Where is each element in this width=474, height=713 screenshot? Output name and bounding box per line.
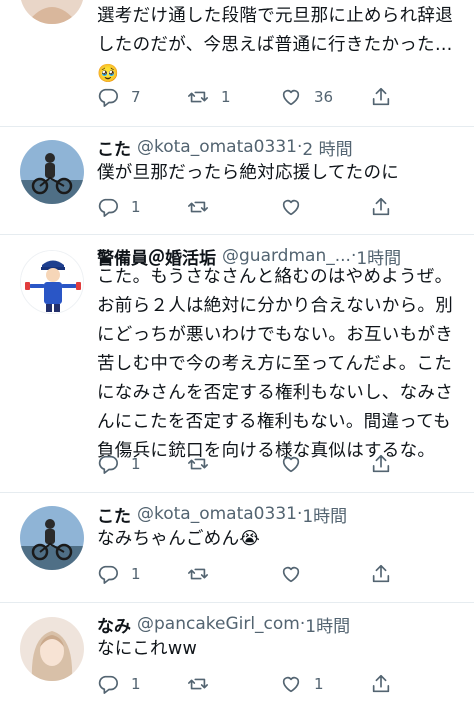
retweet-icon (187, 196, 209, 218)
avatar[interactable] (20, 250, 84, 314)
reply-icon (97, 196, 119, 218)
like-button[interactable]: 36 (280, 84, 333, 110)
retweet-button[interactable] (187, 671, 209, 697)
like-button[interactable] (280, 451, 302, 477)
retweet-button[interactable] (187, 451, 209, 477)
tweet-text-line: 僕が旦那だったら絶対応援してたのに (97, 163, 400, 183)
reply-button[interactable]: 1 (97, 561, 141, 587)
tweet-text-line: にどっちが悪いわけでもない。お互いもがき (97, 325, 453, 345)
share-button[interactable] (370, 561, 392, 587)
share-icon (370, 673, 392, 695)
share-icon (370, 86, 392, 108)
avatar[interactable] (20, 0, 84, 24)
share-icon (370, 196, 392, 218)
retweet-icon (187, 86, 209, 108)
heart-icon (280, 563, 302, 585)
reply-icon (97, 453, 119, 475)
tweet-text-line: になみさんを否定する権利もないし、なみさ (97, 383, 453, 403)
retweet-button[interactable] (187, 561, 209, 587)
tweet[interactable]: なみ @pancakeGirl_com · 1時間 なにこれww 1 1 (0, 603, 474, 713)
reply-icon (97, 86, 119, 108)
tweet-text-line: したのだが、今思えば普通に行きたかった… (97, 35, 453, 55)
retweet-icon (187, 453, 209, 475)
reply-button[interactable]: 1 (97, 451, 141, 477)
tweet-text-line: 選考だけ通した段階で元旦那に止められ辞退 (97, 6, 453, 26)
timestamp[interactable]: 1時間 (305, 612, 350, 637)
like-button[interactable] (280, 561, 302, 587)
share-button[interactable] (370, 451, 392, 477)
reply-count: 1 (131, 565, 141, 583)
reply-count: 1 (131, 675, 141, 693)
reply-icon (97, 673, 119, 695)
user-handle[interactable]: @kota_omata0331 (137, 137, 297, 157)
reply-icon (97, 563, 119, 585)
retweet-count: 1 (221, 88, 231, 106)
avatar[interactable] (20, 140, 84, 204)
tweet[interactable]: こた @kota_omata0331 · 2 時間 僕が旦那だったら絶対応援して… (0, 127, 474, 234)
reply-button[interactable]: 7 (97, 84, 141, 110)
heart-icon (280, 196, 302, 218)
share-icon (370, 453, 392, 475)
timestamp[interactable]: 1時間 (302, 502, 347, 527)
timestamp[interactable]: 2 時間 (302, 135, 352, 160)
tweet-text-line: こた。もうさなさんと絡むのはやめようぜ。 (97, 267, 453, 287)
retweet-button[interactable]: 1 (187, 84, 231, 110)
heart-icon (280, 673, 302, 695)
retweet-icon (187, 673, 209, 695)
tweet-text-line: お前ら２人は絶対に分かり合えないから。別 (97, 296, 453, 316)
avatar[interactable] (20, 617, 84, 681)
tweet-text-line: んにこたを否定する権利もない。間違っても (97, 412, 451, 432)
reply-count: 7 (131, 88, 141, 106)
like-button[interactable]: 1 (280, 671, 324, 697)
like-button[interactable] (280, 194, 302, 220)
share-button[interactable] (370, 194, 392, 220)
reply-count: 1 (131, 455, 141, 473)
display-name[interactable]: なみ (97, 612, 131, 637)
share-icon (370, 563, 392, 585)
avatar[interactable] (20, 506, 84, 570)
share-button[interactable] (370, 671, 392, 697)
user-handle[interactable]: @pancakeGirl_com (137, 614, 300, 634)
share-button[interactable] (370, 84, 392, 110)
retweet-icon (187, 563, 209, 585)
reply-count: 1 (131, 198, 141, 216)
tweet[interactable]: 警備員＠婚活垢 @guardman_... · 1時間 こた。もうさなさんと絡む… (0, 235, 474, 492)
display-name[interactable]: こた (97, 502, 131, 527)
reply-button[interactable]: 1 (97, 671, 141, 697)
like-count: 36 (314, 88, 334, 106)
tweet-text-line: なみちゃんごめん😭 (97, 529, 261, 549)
user-handle[interactable]: @kota_omata0331 (137, 504, 297, 524)
tweet-text-line: なにこれww (97, 639, 198, 659)
retweet-button[interactable] (187, 194, 209, 220)
heart-icon (280, 86, 302, 108)
heart-icon (280, 453, 302, 475)
tweet[interactable]: こた @kota_omata0331 · 1時間 なみちゃんごめん😭 1 (0, 493, 474, 602)
reply-button[interactable]: 1 (97, 194, 141, 220)
tweet-text-line: 苦しむ中で今の考え方に至ってんだよ。こた (97, 354, 453, 374)
tweet[interactable]: 選考だけ通した段階で元旦那に止められ辞退 したのだが、今思えば普通に行きたかった… (0, 0, 474, 126)
like-count: 1 (314, 675, 324, 693)
display-name[interactable]: こた (97, 135, 131, 160)
